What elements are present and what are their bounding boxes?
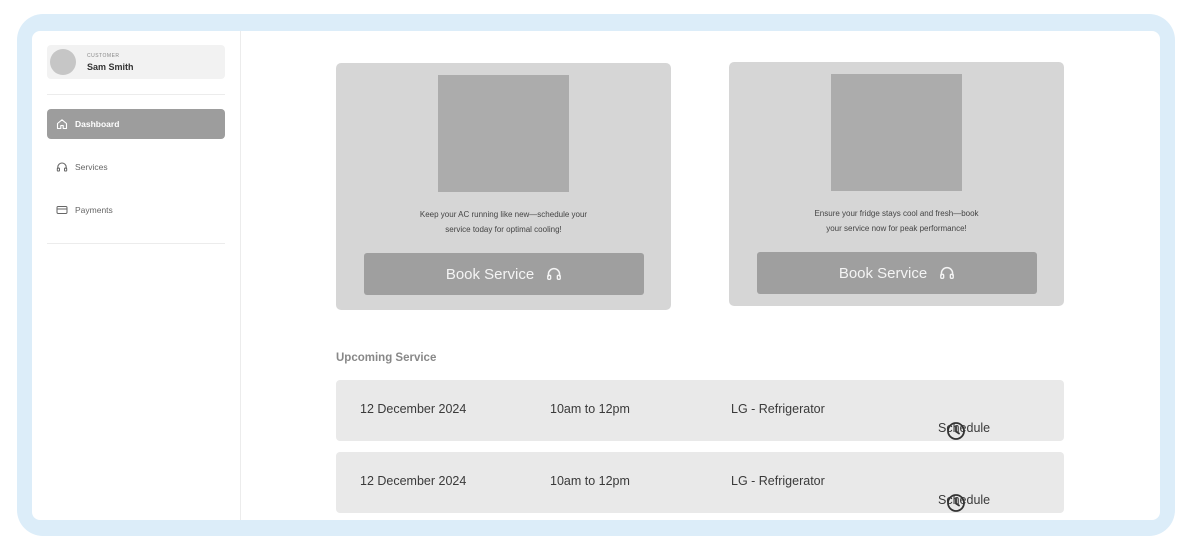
headphones-icon xyxy=(939,265,955,281)
card-description-line: your service now for peak performance! xyxy=(826,224,967,233)
sidebar-divider xyxy=(47,243,225,244)
service-date: 12 December 2024 xyxy=(360,474,467,488)
sidebar-item-label: Dashboard xyxy=(75,119,120,129)
headphones-icon xyxy=(55,160,69,174)
avatar xyxy=(50,49,76,75)
card-description-line: service today for optimal cooling! xyxy=(445,225,562,234)
sidebar-item-payments[interactable]: Payments xyxy=(47,195,225,225)
sidebar: CUSTOMER Sam Smith Dashboard Services Pa… xyxy=(32,31,241,520)
card-description: Keep your AC running like new—schedule y… xyxy=(336,207,671,237)
book-service-label: Book Service xyxy=(838,264,928,282)
book-service-label: Book Service xyxy=(445,265,535,283)
card-description: Ensure your fridge stays cool and fresh—… xyxy=(729,206,1064,236)
sidebar-item-services[interactable]: Services xyxy=(47,152,225,182)
profile-role: CUSTOMER xyxy=(87,53,120,59)
service-product: LG - Refrigerator xyxy=(731,402,825,416)
service-card-fridge: Ensure your fridge stays cool and fresh—… xyxy=(729,62,1064,306)
profile-name: Sam Smith xyxy=(87,62,134,72)
app-window: CUSTOMER Sam Smith Dashboard Services Pa… xyxy=(32,31,1160,520)
card-image-placeholder xyxy=(438,75,569,192)
sidebar-divider xyxy=(47,94,225,95)
sidebar-item-label: Services xyxy=(75,162,108,172)
service-time: 10am to 12pm xyxy=(550,402,630,416)
sidebar-item-dashboard[interactable]: Dashboard xyxy=(47,109,225,139)
card-image-placeholder xyxy=(831,74,962,191)
card-description-line: Ensure your fridge stays cool and fresh—… xyxy=(814,209,979,218)
clock-icon xyxy=(946,493,966,513)
service-card-ac: Keep your AC running like new—schedule y… xyxy=(336,63,671,310)
service-date: 12 December 2024 xyxy=(360,402,467,416)
clock-icon xyxy=(946,421,966,441)
upcoming-service-title: Upcoming Service xyxy=(336,352,437,364)
service-product: LG - Refrigerator xyxy=(731,474,825,488)
service-time: 10am to 12pm xyxy=(550,474,630,488)
book-service-button[interactable]: Book Service xyxy=(757,252,1037,294)
home-icon xyxy=(55,117,69,131)
headphones-icon xyxy=(546,266,562,282)
book-service-button[interactable]: Book Service xyxy=(364,253,644,295)
table-row: 12 December 2024 10am to 12pm LG - Refri… xyxy=(336,380,1064,441)
customer-profile[interactable]: CUSTOMER Sam Smith xyxy=(47,45,225,79)
sidebar-item-label: Payments xyxy=(75,205,113,215)
card-description-line: Keep your AC running like new—schedule y… xyxy=(419,210,588,219)
table-row: 12 December 2024 10am to 12pm LG - Refri… xyxy=(336,452,1064,513)
card-icon xyxy=(55,203,69,217)
